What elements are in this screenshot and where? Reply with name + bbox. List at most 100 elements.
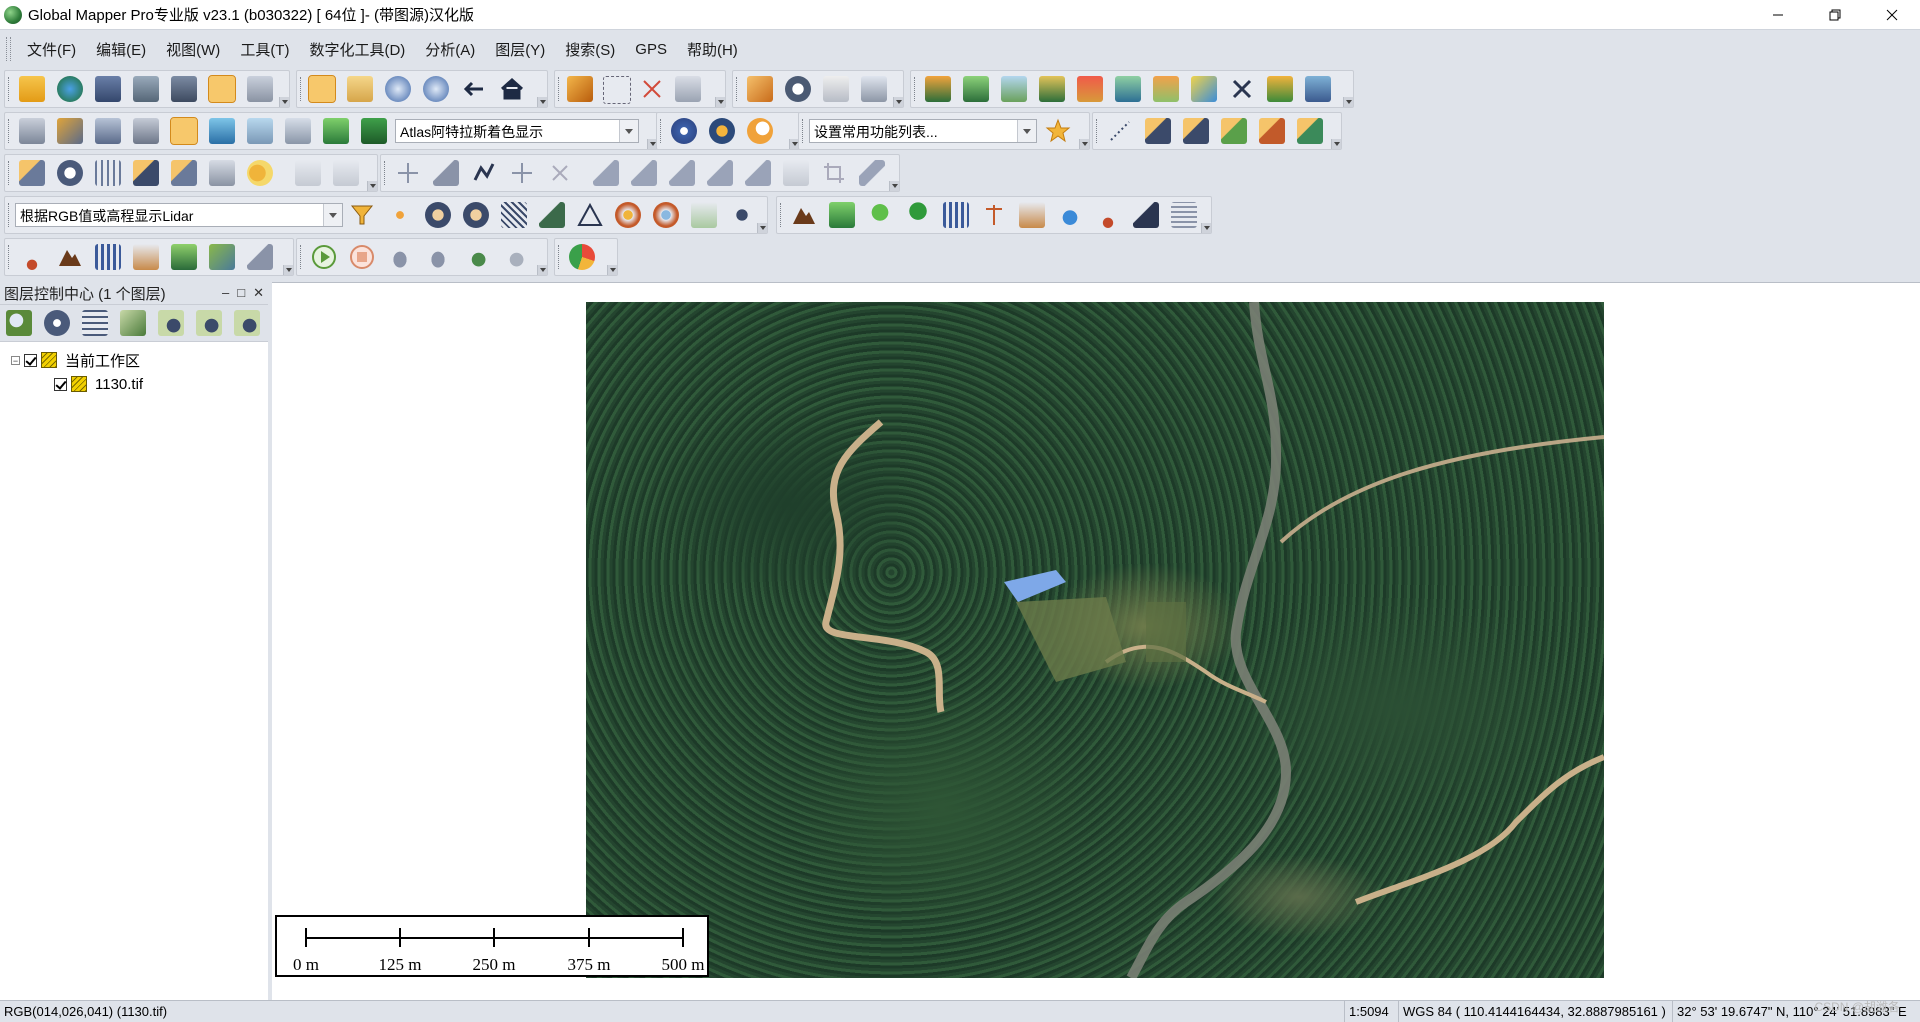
toolbar-options-button[interactable] bbox=[1331, 139, 1341, 149]
turtle-icon[interactable] bbox=[387, 244, 413, 270]
classify-auto-icon[interactable] bbox=[653, 202, 679, 228]
zoom-out-icon[interactable] bbox=[423, 76, 449, 102]
save-icon[interactable] bbox=[95, 76, 121, 102]
ruler-icon[interactable] bbox=[747, 76, 773, 102]
toolbar-options-button[interactable] bbox=[367, 181, 377, 191]
crop-icon[interactable] bbox=[821, 160, 847, 186]
draw-line-icon[interactable] bbox=[1145, 118, 1171, 144]
pie-chart-icon[interactable] bbox=[569, 244, 595, 270]
water-level-icon[interactable] bbox=[209, 118, 235, 144]
rotate-icon[interactable] bbox=[707, 160, 733, 186]
transform-icon[interactable] bbox=[1229, 76, 1255, 102]
menu-edit[interactable]: 编辑(E) bbox=[86, 39, 156, 60]
chevron-down-icon[interactable] bbox=[619, 120, 638, 142]
delete-vertex-icon[interactable] bbox=[547, 160, 573, 186]
open-folder-icon[interactable] bbox=[19, 76, 45, 102]
toolbar-options-button[interactable] bbox=[715, 97, 725, 107]
snap-icon[interactable] bbox=[669, 160, 695, 186]
menu-layer[interactable]: 图层(Y) bbox=[485, 39, 555, 60]
tree-item-layer[interactable]: 1130.tif bbox=[0, 372, 268, 396]
attribute-table-icon[interactable] bbox=[82, 310, 108, 336]
online-globe-icon[interactable] bbox=[671, 118, 697, 144]
favorites-select[interactable]: 设置常用功能列表... bbox=[809, 119, 1037, 143]
lidar-display-select[interactable]: 根据RGB值或高程显示Lidar bbox=[15, 203, 343, 227]
panel-close-icon[interactable]: ✕ bbox=[253, 285, 264, 301]
offset-icon[interactable] bbox=[745, 160, 771, 186]
back-arrow-icon[interactable] bbox=[461, 76, 487, 102]
menu-digitizer[interactable]: 数字化工具(D) bbox=[299, 39, 415, 60]
path-profile-icon[interactable] bbox=[823, 76, 849, 102]
workspace-checkbox[interactable] bbox=[24, 353, 37, 367]
toolbar-options-button[interactable] bbox=[757, 223, 767, 233]
draw-brush-icon[interactable] bbox=[1259, 118, 1285, 144]
user-terrain-icon[interactable] bbox=[1305, 76, 1331, 102]
grid-lidar-icon[interactable] bbox=[501, 202, 527, 228]
toolbar-options-button[interactable] bbox=[1079, 139, 1089, 149]
point-cloud-icon[interactable] bbox=[387, 202, 413, 228]
menu-view[interactable]: 视图(W) bbox=[156, 39, 230, 60]
watershed-icon[interactable] bbox=[1115, 76, 1141, 102]
lidar-edit-icon[interactable] bbox=[539, 202, 565, 228]
slope-icon[interactable] bbox=[1153, 76, 1179, 102]
layer-options-icon[interactable] bbox=[44, 310, 70, 336]
breakline-icon[interactable] bbox=[1171, 202, 1197, 228]
buildings-icon[interactable] bbox=[95, 244, 121, 270]
collapse-icon[interactable]: − bbox=[11, 355, 20, 365]
water-drop-icon[interactable] bbox=[247, 118, 273, 144]
draw-curve-icon[interactable] bbox=[1183, 118, 1209, 144]
volume-icon[interactable] bbox=[1039, 76, 1065, 102]
play-icon[interactable] bbox=[311, 244, 337, 270]
power-pole-icon[interactable] bbox=[981, 202, 1007, 228]
workspace-icon[interactable] bbox=[133, 76, 159, 102]
toolbar-options-button[interactable] bbox=[1343, 97, 1353, 107]
wrench-icon[interactable] bbox=[171, 76, 197, 102]
contour-icon[interactable] bbox=[963, 76, 989, 102]
lidar-query-icon[interactable] bbox=[463, 202, 489, 228]
grid-icon[interactable] bbox=[95, 160, 121, 186]
shader-icon[interactable] bbox=[1191, 76, 1217, 102]
map-layout-icon[interactable] bbox=[19, 118, 45, 144]
toolbar-options-button[interactable] bbox=[893, 97, 903, 107]
minimize-button[interactable] bbox=[1749, 0, 1806, 29]
fly-through-icon[interactable] bbox=[57, 118, 83, 144]
menu-grip[interactable] bbox=[6, 37, 11, 61]
tree-icon[interactable] bbox=[905, 202, 931, 228]
split-view-icon[interactable] bbox=[95, 118, 121, 144]
menu-file[interactable]: 文件(F) bbox=[17, 39, 86, 60]
brush-icon[interactable] bbox=[247, 244, 273, 270]
shader-select[interactable]: Atlas阿特拉斯着色显示 bbox=[395, 119, 639, 143]
noise-icon[interactable] bbox=[1095, 202, 1121, 228]
daylight-icon[interactable] bbox=[709, 118, 735, 144]
menu-gps[interactable]: GPS bbox=[625, 41, 677, 58]
terrain-peaks-icon[interactable] bbox=[361, 118, 387, 144]
poles-icon[interactable] bbox=[133, 244, 159, 270]
building-icon[interactable] bbox=[943, 202, 969, 228]
chevron-down-icon[interactable] bbox=[1017, 120, 1036, 142]
tile-icon[interactable] bbox=[171, 244, 197, 270]
delete-feature-icon[interactable] bbox=[639, 76, 665, 102]
water-icon[interactable] bbox=[1057, 202, 1083, 228]
rabbit-icon[interactable] bbox=[425, 244, 451, 270]
pan-hand-icon[interactable] bbox=[347, 76, 373, 102]
moon-icon[interactable] bbox=[747, 118, 773, 144]
draw-area-icon[interactable] bbox=[1221, 118, 1247, 144]
filter-icon[interactable] bbox=[349, 202, 375, 228]
toolbar-options-button[interactable] bbox=[537, 265, 547, 275]
select-rect-icon[interactable] bbox=[603, 76, 631, 104]
add-icon[interactable] bbox=[463, 244, 489, 270]
restore-button[interactable] bbox=[1806, 0, 1863, 29]
toolbar-options-button[interactable] bbox=[283, 265, 293, 275]
draw-points-icon[interactable] bbox=[1107, 118, 1133, 144]
layer-remove-icon[interactable] bbox=[234, 310, 260, 336]
menu-help[interactable]: 帮助(H) bbox=[677, 39, 748, 60]
mountain-icon[interactable] bbox=[57, 244, 83, 270]
stop-icon[interactable] bbox=[349, 244, 375, 270]
scissors-icon[interactable] bbox=[631, 160, 657, 186]
vertex-edit-icon[interactable] bbox=[133, 160, 159, 186]
vertical-exag-icon[interactable] bbox=[323, 118, 349, 144]
target-icon[interactable] bbox=[57, 160, 83, 186]
tree-item-workspace[interactable]: − 当前工作区 bbox=[0, 348, 268, 372]
move-vertex-icon[interactable] bbox=[509, 160, 535, 186]
view-shed-icon[interactable] bbox=[1001, 76, 1027, 102]
extract-icon[interactable] bbox=[691, 202, 717, 228]
